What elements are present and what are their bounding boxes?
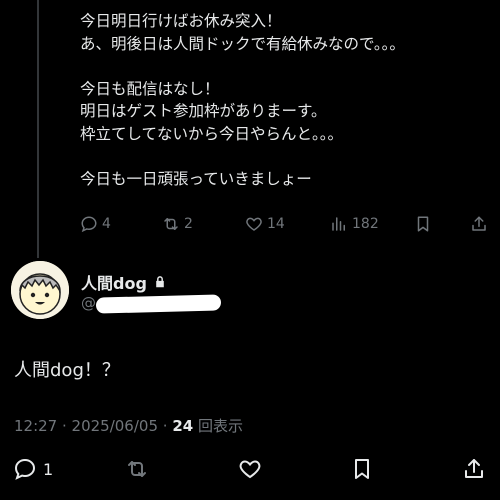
lock-icon [156,276,164,288]
tweet-paragraph: 今日も配信はなし！ 明日はゲスト参加枠がありまーす。 枠立てしてないから今日やら… [80,78,490,146]
bookmark-button[interactable] [350,455,374,483]
main-tweet-text: 人間dog！？ [14,360,120,381]
heart-icon [239,460,261,479]
repost-icon [164,218,178,230]
reply-button[interactable]: 1 [13,455,53,483]
share-button[interactable] [462,455,486,483]
reply-count: 4 [102,216,111,232]
like-count: 14 [267,216,285,232]
reply-button[interactable]: 4 [80,212,111,236]
like-button[interactable]: 14 [245,212,285,236]
repost-button[interactable]: 2 [162,212,193,236]
thread-connector-line [37,0,39,258]
repost-icon [128,461,146,477]
share-button[interactable] [470,212,488,236]
author-name[interactable]: 人間dog [81,270,167,294]
bookmark-button[interactable] [414,212,432,236]
tweet-line: あ、明後日は人間ドックで有給休みなので。。。 [80,34,405,53]
repost-button[interactable] [125,455,149,483]
views-count: 182 [352,216,379,232]
bookmark-icon [417,216,429,232]
tweet-line: 今日も一日頑張っていきましょー [80,170,312,189]
tweet-timestamp[interactable]: 12:27 · 2025/06/05 · [14,417,168,435]
reply-icon [14,458,36,480]
tweet-line: 今日明日行けばお休み突入！ [80,12,282,30]
redaction-mark [95,294,222,314]
share-icon [472,216,486,231]
bookmark-icon [355,459,369,479]
share-icon [465,459,483,478]
tweet-meta: 12:27 · 2025/06/05 · 24 回表示 [14,415,243,436]
parent-tweet-text: 今日明日行けばお休み突入！ あ、明後日は人間ドックで有給休みなので。。。 今日も… [80,10,490,213]
tweet-line: 枠立てしてないから今日やらんと。。。 [80,124,344,143]
like-button[interactable] [238,455,262,483]
tweet-line: 明日はゲスト参加枠がありまーす。 [80,102,327,121]
handle-prefix: @ [81,294,96,312]
analytics-icon [332,217,345,231]
tweet-paragraph: 今日明日行けばお休み突入！ あ、明後日は人間ドックで有給休みなので。。。 [80,10,490,55]
heart-icon [246,217,262,231]
repost-count: 2 [184,216,193,232]
avatar-face-icon [11,261,69,319]
views-button[interactable]: 182 [330,212,379,236]
view-label: 回表示 [197,417,243,435]
parent-tweet-actions: 4 2 14 182 [80,212,490,236]
tweet-line: 今日も配信はなし！ [80,79,220,98]
view-count: 24 [172,417,194,435]
avatar[interactable] [11,261,69,319]
reply-count: 1 [43,459,54,479]
tweet-paragraph: 今日も一日頑張っていきましょー [80,168,490,191]
reply-icon [81,216,97,233]
author-display-name: 人間dog [81,274,147,293]
author-handle[interactable]: @ [81,294,96,312]
main-tweet-actions: 1 [0,455,500,483]
